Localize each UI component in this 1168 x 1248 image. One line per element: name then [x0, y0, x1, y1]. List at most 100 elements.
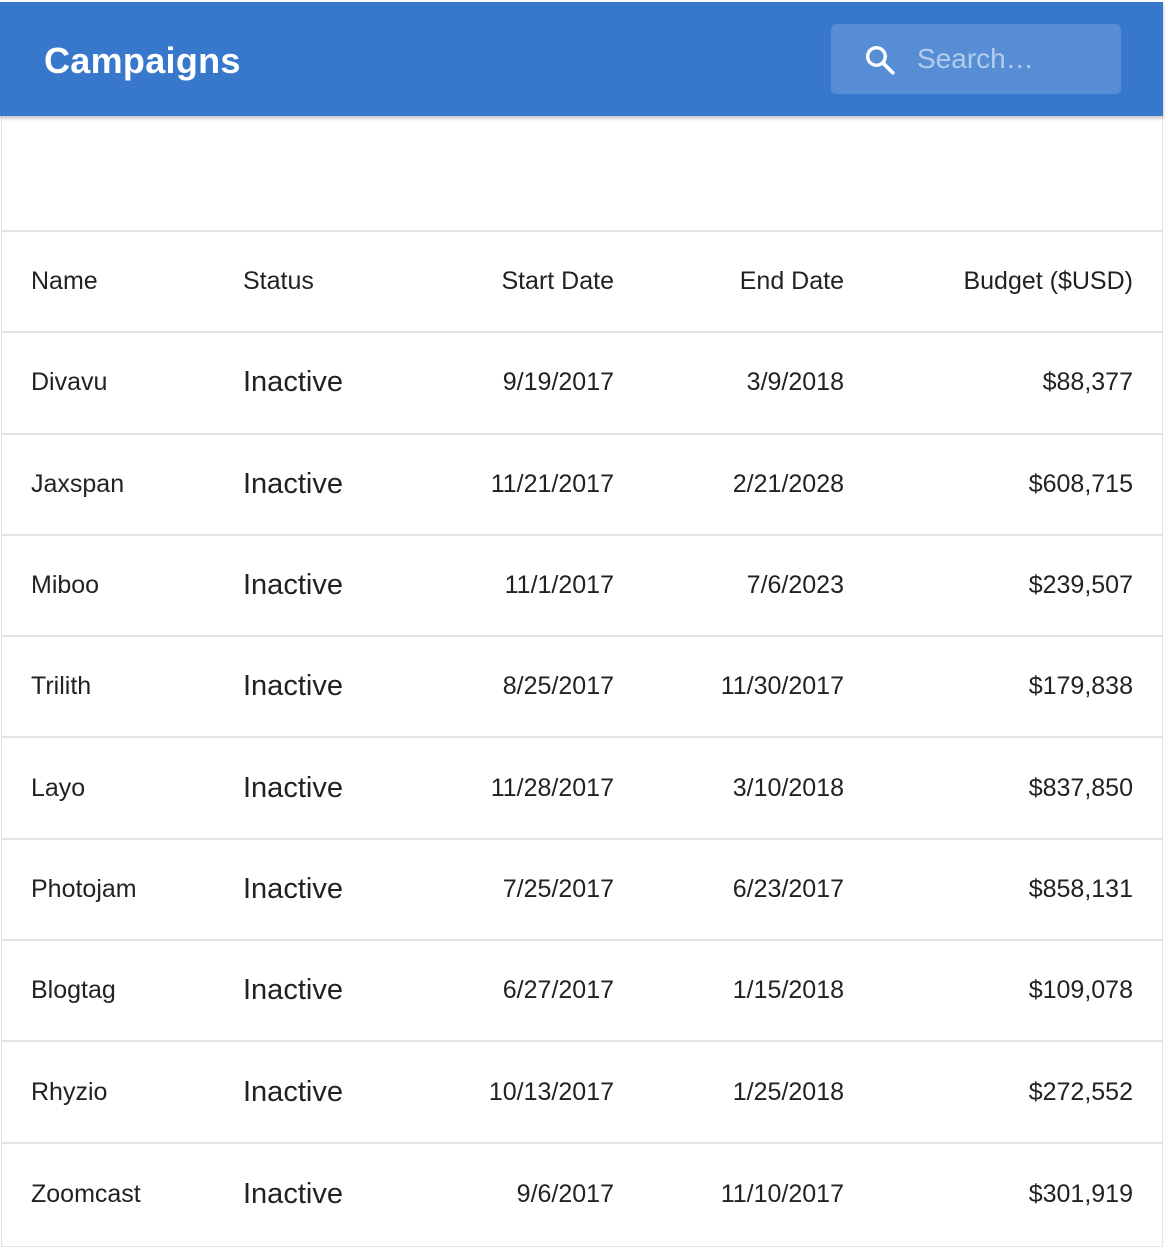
table-row[interactable]: Miboo Inactive 11/1/2017 7/6/2023 $239,507	[2, 536, 1162, 638]
table-row[interactable]: Rhyzio Inactive 10/13/2017 1/25/2018 $272,55…	[2, 1042, 1162, 1144]
campaign-name: Trilith	[31, 637, 231, 736]
column-header-budget[interactable]: Budget ($USD)	[893, 232, 1133, 331]
campaign-status-text: Inactive	[243, 1177, 343, 1210]
campaign-end-date: 1/15/2018	[644, 941, 844, 1040]
campaign-end-date-text: 2/21/2028	[732, 469, 844, 498]
campaign-start-date: 11/28/2017	[414, 738, 614, 837]
campaign-end-date-text: 11/30/2017	[720, 672, 844, 701]
campaign-status: Inactive	[243, 333, 443, 432]
column-header-status[interactable]: Status	[243, 232, 443, 331]
campaign-budget-text: $88,377	[1042, 368, 1133, 397]
campaign-budget-text: $608,715	[1028, 469, 1133, 498]
campaign-status: Inactive	[243, 637, 443, 736]
campaign-start-date: 7/25/2017	[414, 840, 614, 939]
search-input[interactable]	[917, 38, 1107, 80]
campaign-start-date-text: 6/27/2017	[502, 976, 614, 1005]
campaign-status-text: Inactive	[243, 872, 343, 905]
campaign-start-date-text: 9/6/2017	[516, 1179, 614, 1208]
campaign-start-date: 10/13/2017	[414, 1042, 614, 1141]
campaign-budget: $88,377	[893, 333, 1133, 432]
campaign-budget-text: $272,552	[1028, 1077, 1133, 1106]
campaign-status: Inactive	[243, 1042, 443, 1141]
campaign-name: Layo	[31, 738, 231, 837]
table-row[interactable]: Photojam Inactive 7/25/2017 6/23/2017 $858,1…	[2, 840, 1162, 942]
campaign-end-date-text: 3/10/2018	[732, 773, 844, 802]
campaign-budget: $272,552	[893, 1042, 1133, 1141]
column-header-start-date[interactable]: Start Date	[414, 232, 614, 331]
campaign-status-text: Inactive	[243, 1075, 343, 1108]
campaign-end-date: 1/25/2018	[644, 1042, 844, 1141]
campaign-budget: $239,507	[893, 536, 1133, 635]
campaign-status: Inactive	[243, 941, 443, 1040]
campaign-status-text: Inactive	[243, 467, 343, 500]
campaign-end-date: 11/10/2017	[644, 1144, 844, 1245]
campaign-name-text: Blogtag	[31, 976, 116, 1005]
campaign-start-date: 11/21/2017	[414, 435, 614, 534]
campaign-name: Miboo	[31, 536, 231, 635]
search-icon[interactable]	[863, 43, 897, 77]
campaign-budget-text: $179,838	[1028, 672, 1133, 701]
campaign-start-date-text: 11/28/2017	[490, 773, 614, 802]
campaign-budget-text: $239,507	[1028, 571, 1133, 600]
campaign-budget: $837,850	[893, 738, 1133, 837]
campaign-end-date: 3/9/2018	[644, 333, 844, 432]
campaign-start-date-text: 9/19/2017	[502, 368, 614, 397]
campaigns-table-panel: Name Status Start Date End Date Budget (…	[1, 116, 1163, 1247]
campaign-name-text: Rhyzio	[31, 1077, 108, 1106]
campaign-start-date: 6/27/2017	[414, 941, 614, 1040]
campaign-budget: $179,838	[893, 637, 1133, 736]
table-row[interactable]: Trilith Inactive 8/25/2017 11/30/2017 $179,8…	[2, 637, 1162, 739]
campaign-start-date-text: 10/13/2017	[488, 1077, 614, 1106]
campaign-end-date-text: 1/25/2018	[732, 1077, 844, 1106]
campaign-budget: $858,131	[893, 840, 1133, 939]
campaign-name: Zoomcast	[31, 1144, 231, 1245]
campaign-name: Jaxspan	[31, 435, 231, 534]
campaign-status: Inactive	[243, 536, 443, 635]
campaign-status: Inactive	[243, 840, 443, 939]
campaign-name: Blogtag	[31, 941, 231, 1040]
app-bar: Campaigns	[0, 2, 1163, 116]
table-row[interactable]: Divavu Inactive 9/19/2017 3/9/2018 $88,377	[2, 333, 1162, 435]
campaign-end-date: 3/10/2018	[644, 738, 844, 837]
page-title: Campaigns	[44, 40, 241, 81]
campaign-start-date: 9/19/2017	[414, 333, 614, 432]
table-row[interactable]: Blogtag Inactive 6/27/2017 1/15/2018 $109,07…	[2, 941, 1162, 1043]
campaign-name-text: Miboo	[31, 571, 100, 600]
column-header-end-date[interactable]: End Date	[644, 232, 844, 331]
campaign-end-date-text: 3/9/2018	[746, 368, 844, 397]
search-box[interactable]	[831, 24, 1121, 94]
campaign-end-date-text: 11/10/2017	[720, 1179, 844, 1208]
campaign-status-text: Inactive	[243, 771, 343, 804]
table-row[interactable]: Layo Inactive 11/28/2017 3/10/2018 $837,850	[2, 738, 1162, 840]
campaign-start-date: 9/6/2017	[414, 1144, 614, 1245]
campaign-start-date-text: 7/25/2017	[502, 874, 614, 903]
campaign-start-date-text: 8/25/2017	[502, 672, 614, 701]
campaign-start-date-text: 11/1/2017	[504, 571, 614, 600]
campaign-status-text: Inactive	[243, 569, 343, 602]
campaign-name: Divavu	[31, 333, 231, 432]
campaign-start-date: 11/1/2017	[414, 536, 614, 635]
campaign-end-date: 11/30/2017	[644, 637, 844, 736]
campaign-budget-text: $109,078	[1028, 976, 1133, 1005]
campaign-end-date-text: 7/6/2023	[746, 571, 844, 600]
campaign-status-text: Inactive	[243, 366, 343, 399]
campaign-status-text: Inactive	[243, 974, 343, 1007]
campaign-end-date: 7/6/2023	[644, 536, 844, 635]
campaign-end-date: 6/23/2017	[644, 840, 844, 939]
column-header-name[interactable]: Name	[31, 232, 231, 331]
campaign-budget-text: $837,850	[1028, 773, 1133, 802]
table-header-row: Name Status Start Date End Date Budget (…	[2, 232, 1162, 334]
campaign-status: Inactive	[243, 1144, 443, 1245]
campaign-start-date: 8/25/2017	[414, 637, 614, 736]
campaign-start-date-text: 11/21/2017	[490, 469, 614, 498]
campaign-name-text: Layo	[31, 773, 86, 802]
campaign-name: Photojam	[31, 840, 231, 939]
campaign-budget: $301,919	[893, 1144, 1133, 1245]
campaign-end-date-text: 1/15/2018	[732, 976, 844, 1005]
campaign-status-text: Inactive	[243, 670, 343, 703]
campaign-name-text: Zoomcast	[31, 1179, 141, 1208]
campaign-name-text: Photojam	[31, 874, 137, 903]
campaign-name: Rhyzio	[31, 1042, 231, 1141]
table-row[interactable]: Jaxspan Inactive 11/21/2017 2/21/2028 $608,7…	[2, 435, 1162, 536]
table-row[interactable]: Zoomcast Inactive 9/6/2017 11/10/2017 $301,9…	[2, 1144, 1162, 1245]
